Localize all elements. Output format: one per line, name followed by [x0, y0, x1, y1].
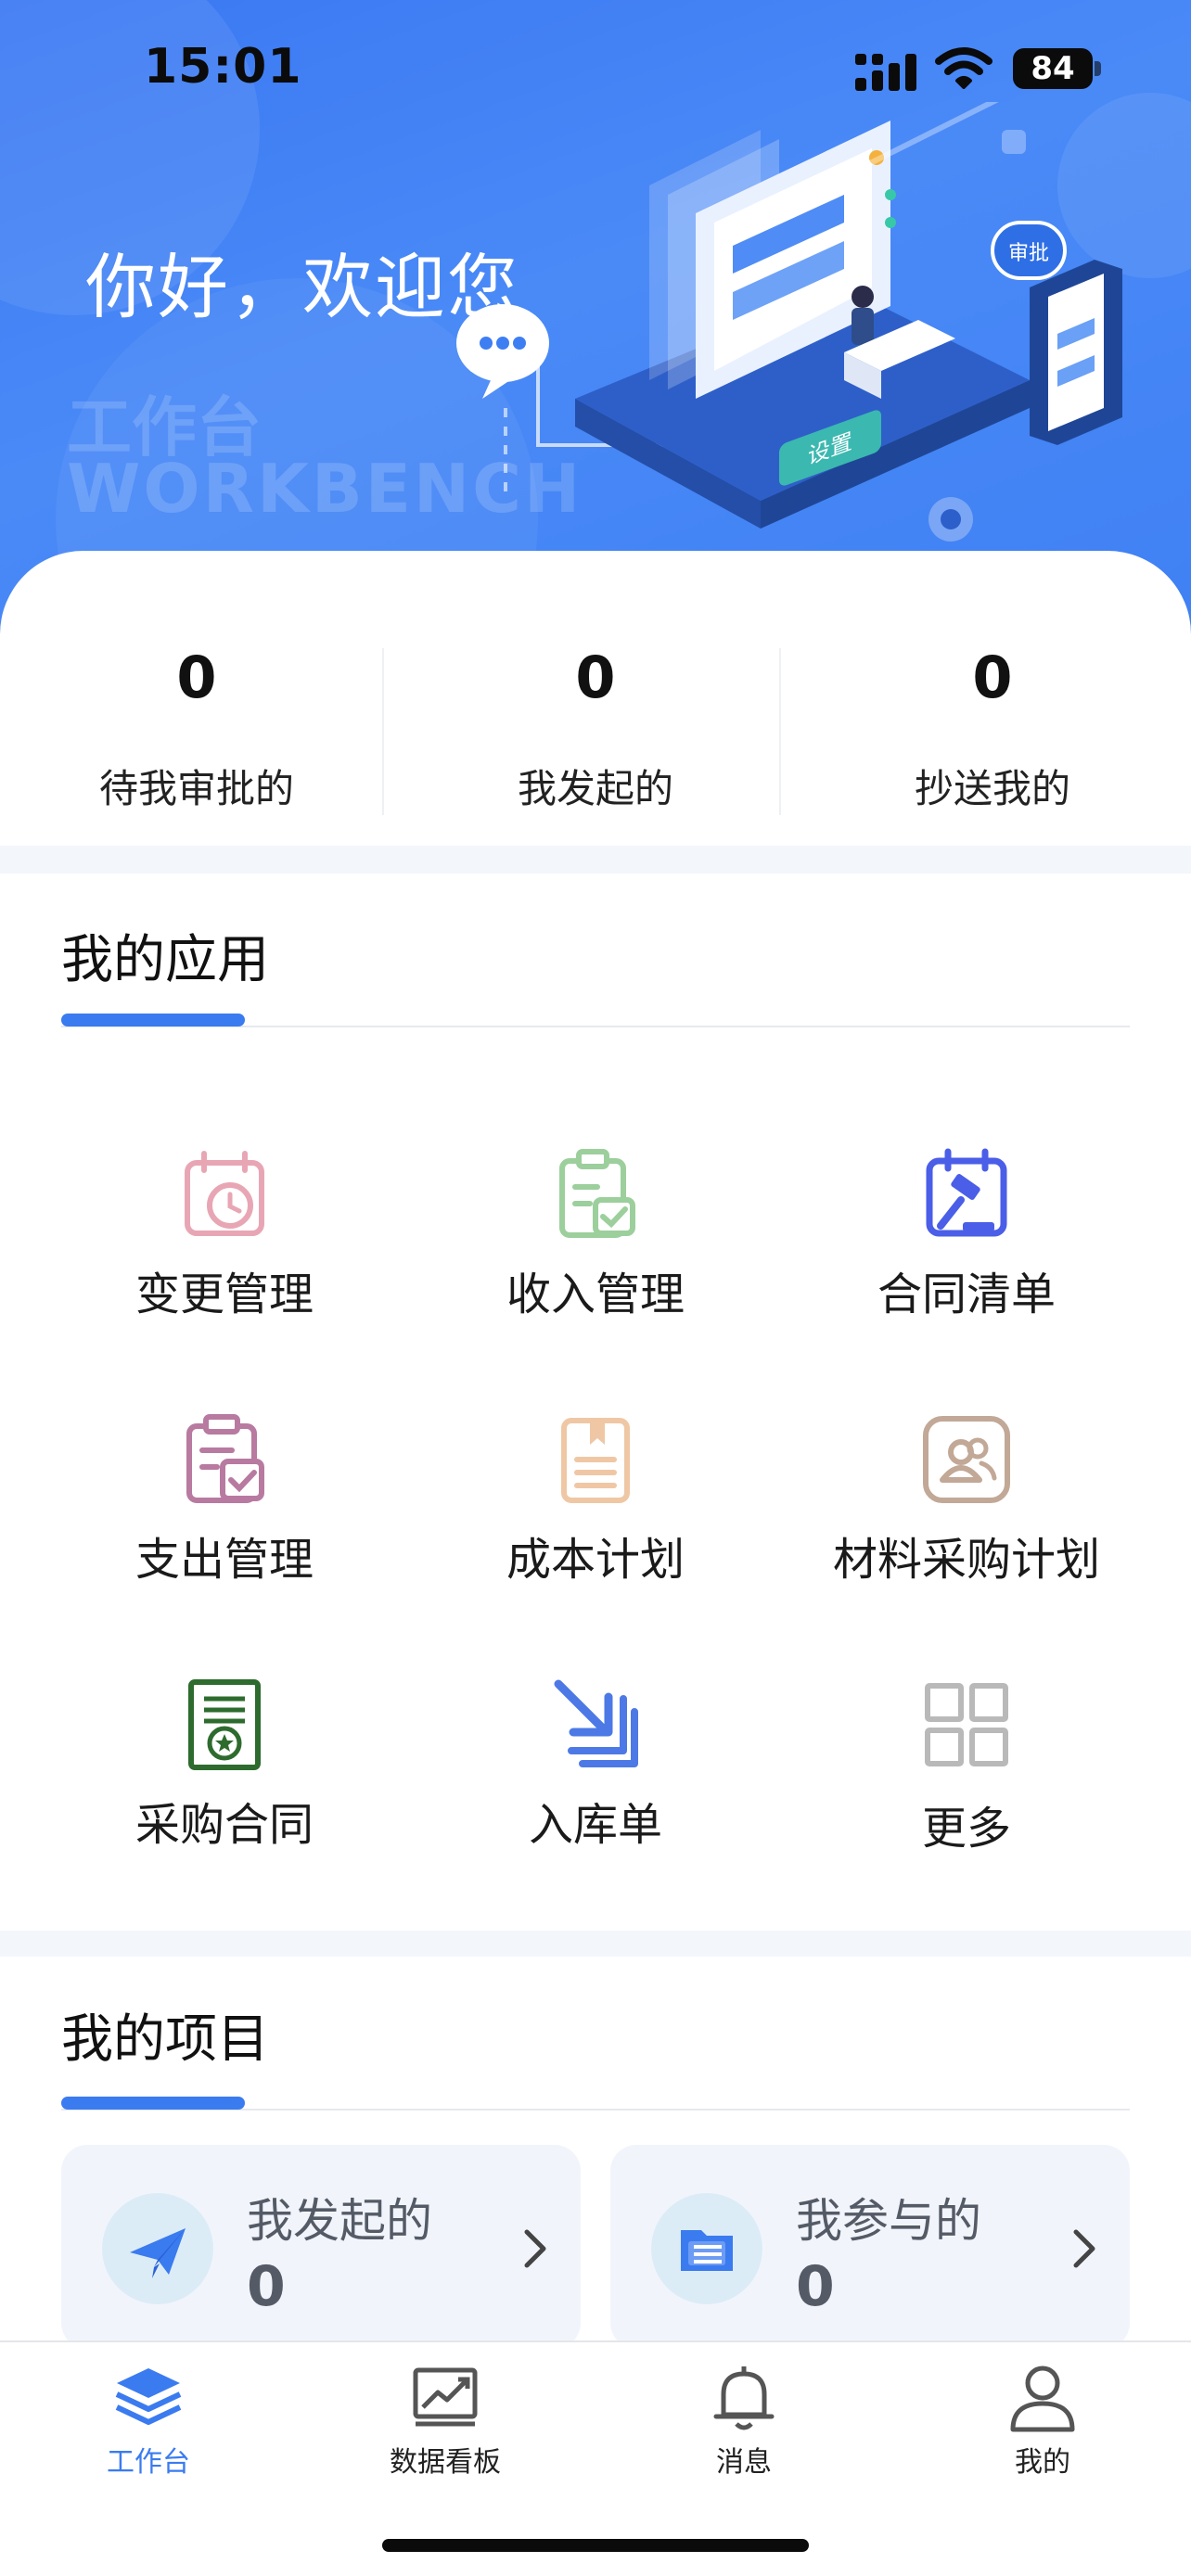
app-label: 变更管理 [134, 1269, 314, 1320]
stat-cc-to-me[interactable]: 0 抄送我的 [844, 644, 1141, 814]
workbench-illustration: 设置 审批 [456, 102, 1122, 542]
tab-label: 我的 [1015, 2446, 1070, 2479]
grid-icon [925, 1683, 1008, 1766]
section-title: 我的项目 [61, 2009, 269, 2070]
project-card-label: 我发起的 [247, 2194, 432, 2248]
alarm-clock-calendar-icon [185, 1151, 264, 1236]
divider [382, 648, 384, 815]
tab-mine[interactable]: 我的 [941, 2359, 1145, 2480]
tab-label: 工作台 [107, 2446, 190, 2479]
cellular-signal-icon [855, 54, 916, 91]
project-card-participated[interactable]: 我参与的 0 [610, 2145, 1130, 2349]
app-label: 收入管理 [506, 1269, 685, 1320]
status-time: 15:01 [144, 39, 302, 95]
paper-plane-icon [102, 2193, 213, 2304]
section-accent-bar [61, 1014, 245, 1027]
svg-text:审批: 审批 [1008, 242, 1049, 265]
stat-label: 我发起的 [517, 766, 673, 811]
app-more[interactable]: 更多 [790, 1678, 1143, 1864]
app-label: 入库单 [528, 1799, 662, 1851]
document-bookmark-icon [561, 1418, 630, 1503]
tab-messages[interactable]: 消息 [642, 2359, 846, 2480]
stat-value: 0 [575, 644, 616, 711]
clipboard-checkbox-icon [186, 1414, 264, 1503]
my-apps-section: 我的应用 变更管理 收入管理 合同清单 支出管理 成本计划 材料采购计划 采购合… [0, 874, 1191, 1931]
battery-icon: 84 [1013, 48, 1102, 89]
app-warehouse-receipt[interactable]: 入库单 [419, 1678, 772, 1864]
my-projects-section: 我的项目 我发起的 0 我参与的 0 [0, 1957, 1191, 2349]
home-indicator[interactable] [382, 2539, 809, 2552]
battery-level: 84 [1013, 48, 1093, 89]
tab-data-dashboard[interactable]: 数据看板 [343, 2359, 547, 2480]
chart-board-icon [413, 2367, 478, 2427]
chevron-right-icon [524, 2229, 546, 2268]
app-purchase-contract[interactable]: 采购合同 [48, 1678, 401, 1864]
app-income-management[interactable]: 收入管理 [419, 1148, 772, 1333]
app-contract-list[interactable]: 合同清单 [790, 1148, 1143, 1333]
section-title: 我的应用 [61, 930, 269, 990]
certificate-star-icon [188, 1679, 261, 1770]
app-label: 成本计划 [506, 1534, 685, 1586]
app-cost-plan[interactable]: 成本计划 [419, 1413, 772, 1599]
stat-value: 0 [176, 644, 217, 711]
stat-label: 抄送我的 [914, 766, 1070, 811]
project-card-label: 我参与的 [796, 2194, 981, 2248]
app-material-purchase-plan[interactable]: 材料采购计划 [790, 1413, 1143, 1599]
app-label: 更多 [921, 1803, 1011, 1855]
project-card-initiated[interactable]: 我发起的 0 [61, 2145, 581, 2349]
bell-icon [713, 2366, 775, 2430]
app-label: 支出管理 [134, 1534, 314, 1586]
app-label: 采购合同 [134, 1799, 314, 1851]
clipboard-check-icon [559, 1149, 635, 1238]
folder-list-icon [651, 2193, 762, 2304]
stat-initiated[interactable]: 0 我发起的 [447, 644, 744, 814]
tab-workbench[interactable]: 工作台 [46, 2359, 250, 2480]
approval-stats-card: 0 待我审批的 0 我发起的 0 抄送我的 [0, 551, 1191, 846]
project-card-count: 0 [796, 2254, 835, 2319]
person-icon [1010, 2366, 1075, 2432]
section-accent-bar [61, 2097, 245, 2110]
project-card-count: 0 [247, 2254, 286, 2319]
stat-pending-approval[interactable]: 0 待我审批的 [48, 644, 345, 814]
app-expense-management[interactable]: 支出管理 [48, 1413, 401, 1599]
chevron-right-icon [1073, 2229, 1095, 2268]
layers-icon [115, 2368, 182, 2425]
tab-label: 消息 [716, 2446, 772, 2479]
app-label: 合同清单 [877, 1269, 1056, 1320]
arrow-inbox-icon [554, 1679, 638, 1767]
calendar-gavel-icon [926, 1148, 1007, 1237]
wifi-icon [935, 47, 992, 89]
app-label: 材料采购计划 [832, 1534, 1100, 1586]
app-change-management[interactable]: 变更管理 [48, 1148, 401, 1333]
stat-label: 待我审批的 [98, 766, 294, 811]
stat-value: 0 [972, 644, 1013, 711]
contacts-card-icon [923, 1416, 1010, 1503]
tab-label: 数据看板 [390, 2446, 501, 2479]
divider [779, 648, 781, 815]
